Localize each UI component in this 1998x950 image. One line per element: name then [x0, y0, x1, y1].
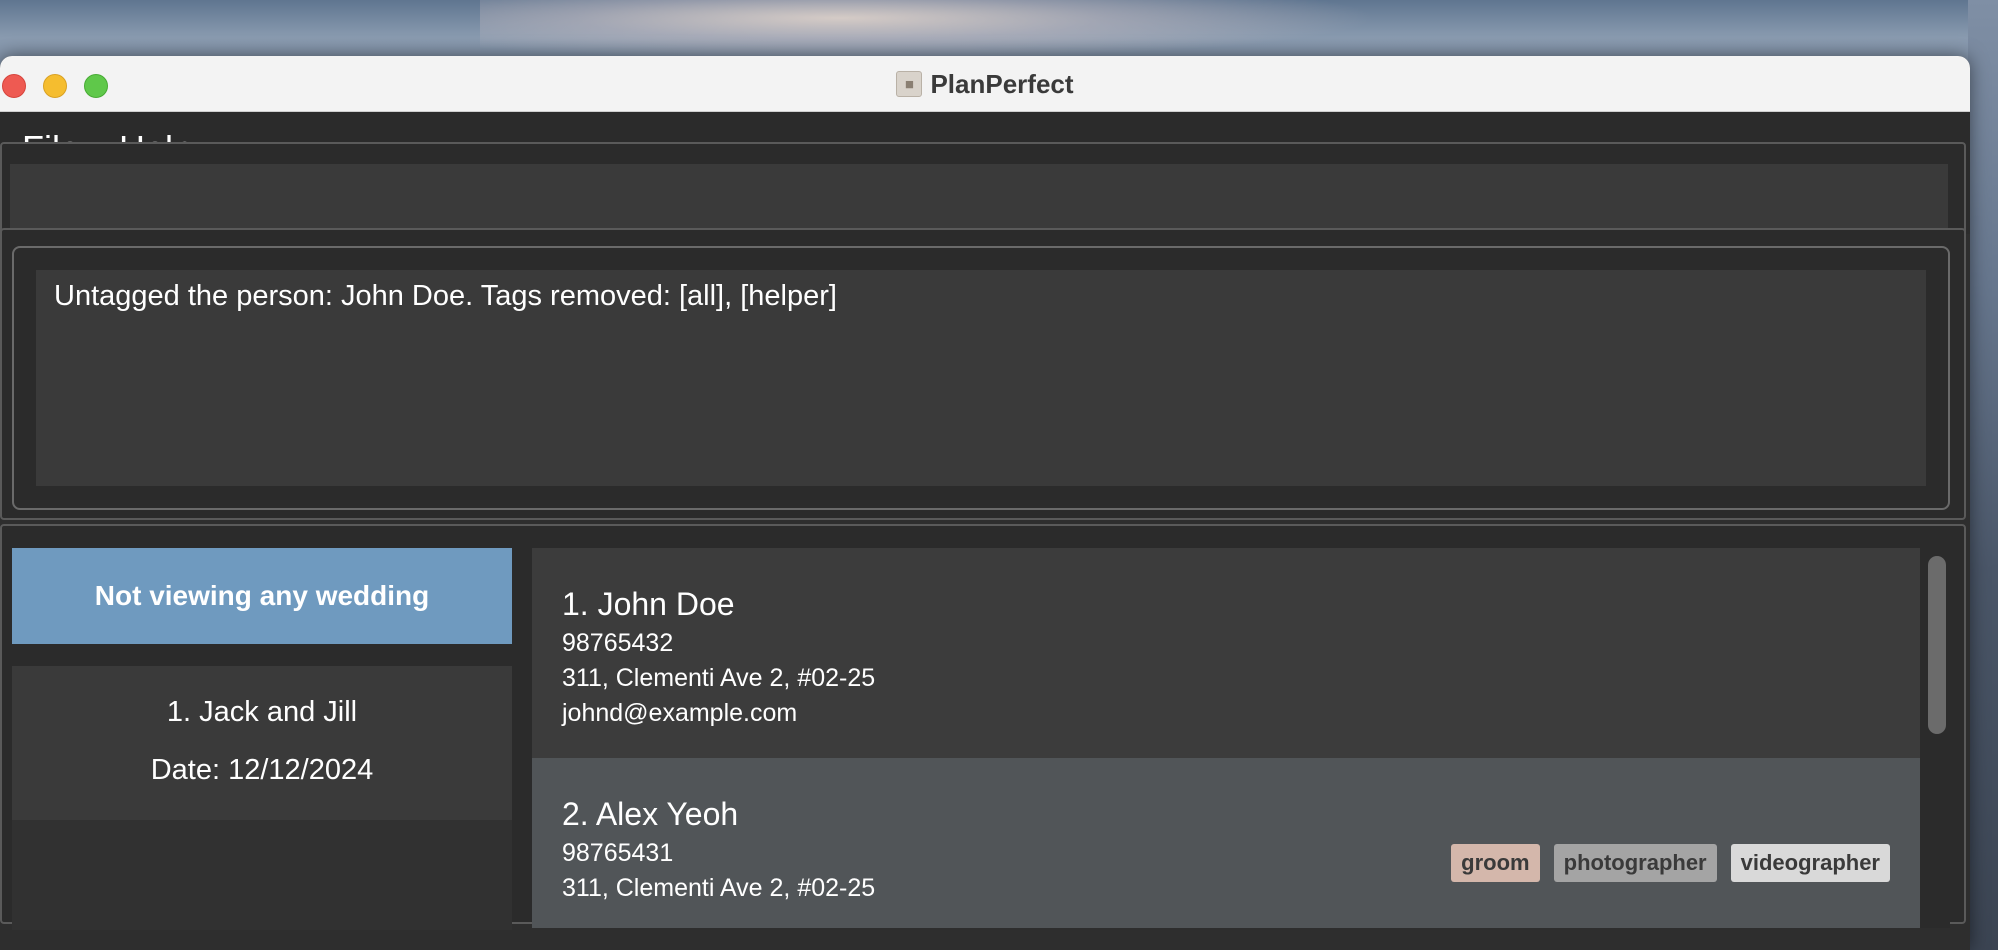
person-address: 311, Clementi Ave 2, #02-25 [562, 664, 876, 692]
menu-bar: File Help [0, 112, 1970, 254]
contacts-book-icon: ■ [896, 71, 923, 97]
wedding-list-empty-area [12, 820, 512, 930]
tag-badge-groom: groom [1451, 844, 1540, 882]
command-input[interactable] [10, 164, 1948, 234]
person-email: johnd@example.com [562, 699, 798, 727]
window-title: PlanPerfect [930, 68, 1074, 99]
person-name: 2. Alex Yeoh [562, 796, 739, 832]
tag-badge-photographer: photographer [1553, 844, 1717, 882]
app-window: ■ PlanPerfect File Help Untagged the per… [0, 56, 1970, 950]
main-content-section: Not viewing any wedding 1. Jack and Jill… [0, 524, 1966, 930]
person-card[interactable]: 1. John Doe 98765432 311, Clementi Ave 2… [532, 548, 1920, 758]
wedding-list-item[interactable]: 1. Jack and Jill Date: 12/12/2024 [12, 666, 512, 820]
person-phone: 98765432 [562, 629, 674, 657]
result-display-section: Untagged the person: John Doe. Tags remo… [0, 228, 1966, 520]
person-tags: groom photographer videographer [1451, 844, 1890, 882]
desktop-wallpaper-cloud [480, 0, 1380, 60]
person-list-scrollbar[interactable] [1924, 548, 1950, 928]
result-display-text: Untagged the person: John Doe. Tags remo… [36, 270, 1926, 486]
tag-badge-videographer: videographer [1730, 844, 1890, 882]
person-card[interactable]: 2. Alex Yeoh 98765431 311, Clementi Ave … [532, 758, 1920, 928]
title-bar[interactable]: ■ PlanPerfect [0, 56, 1970, 112]
wedding-date: Date: 12/12/2024 [150, 754, 374, 786]
title-group: ■ PlanPerfect [0, 56, 1970, 112]
result-display-frame: Untagged the person: John Doe. Tags remo… [12, 246, 1950, 510]
person-list[interactable]: 1. John Doe 98765432 311, Clementi Ave 2… [532, 548, 1950, 928]
wedding-name: 1. Jack and Jill [166, 696, 358, 728]
wedding-view-status: Not viewing any wedding [12, 548, 512, 644]
person-name: 1. John Doe [562, 586, 735, 622]
desktop-wallpaper [1968, 0, 1998, 950]
scrollbar-thumb[interactable] [1928, 556, 1946, 734]
